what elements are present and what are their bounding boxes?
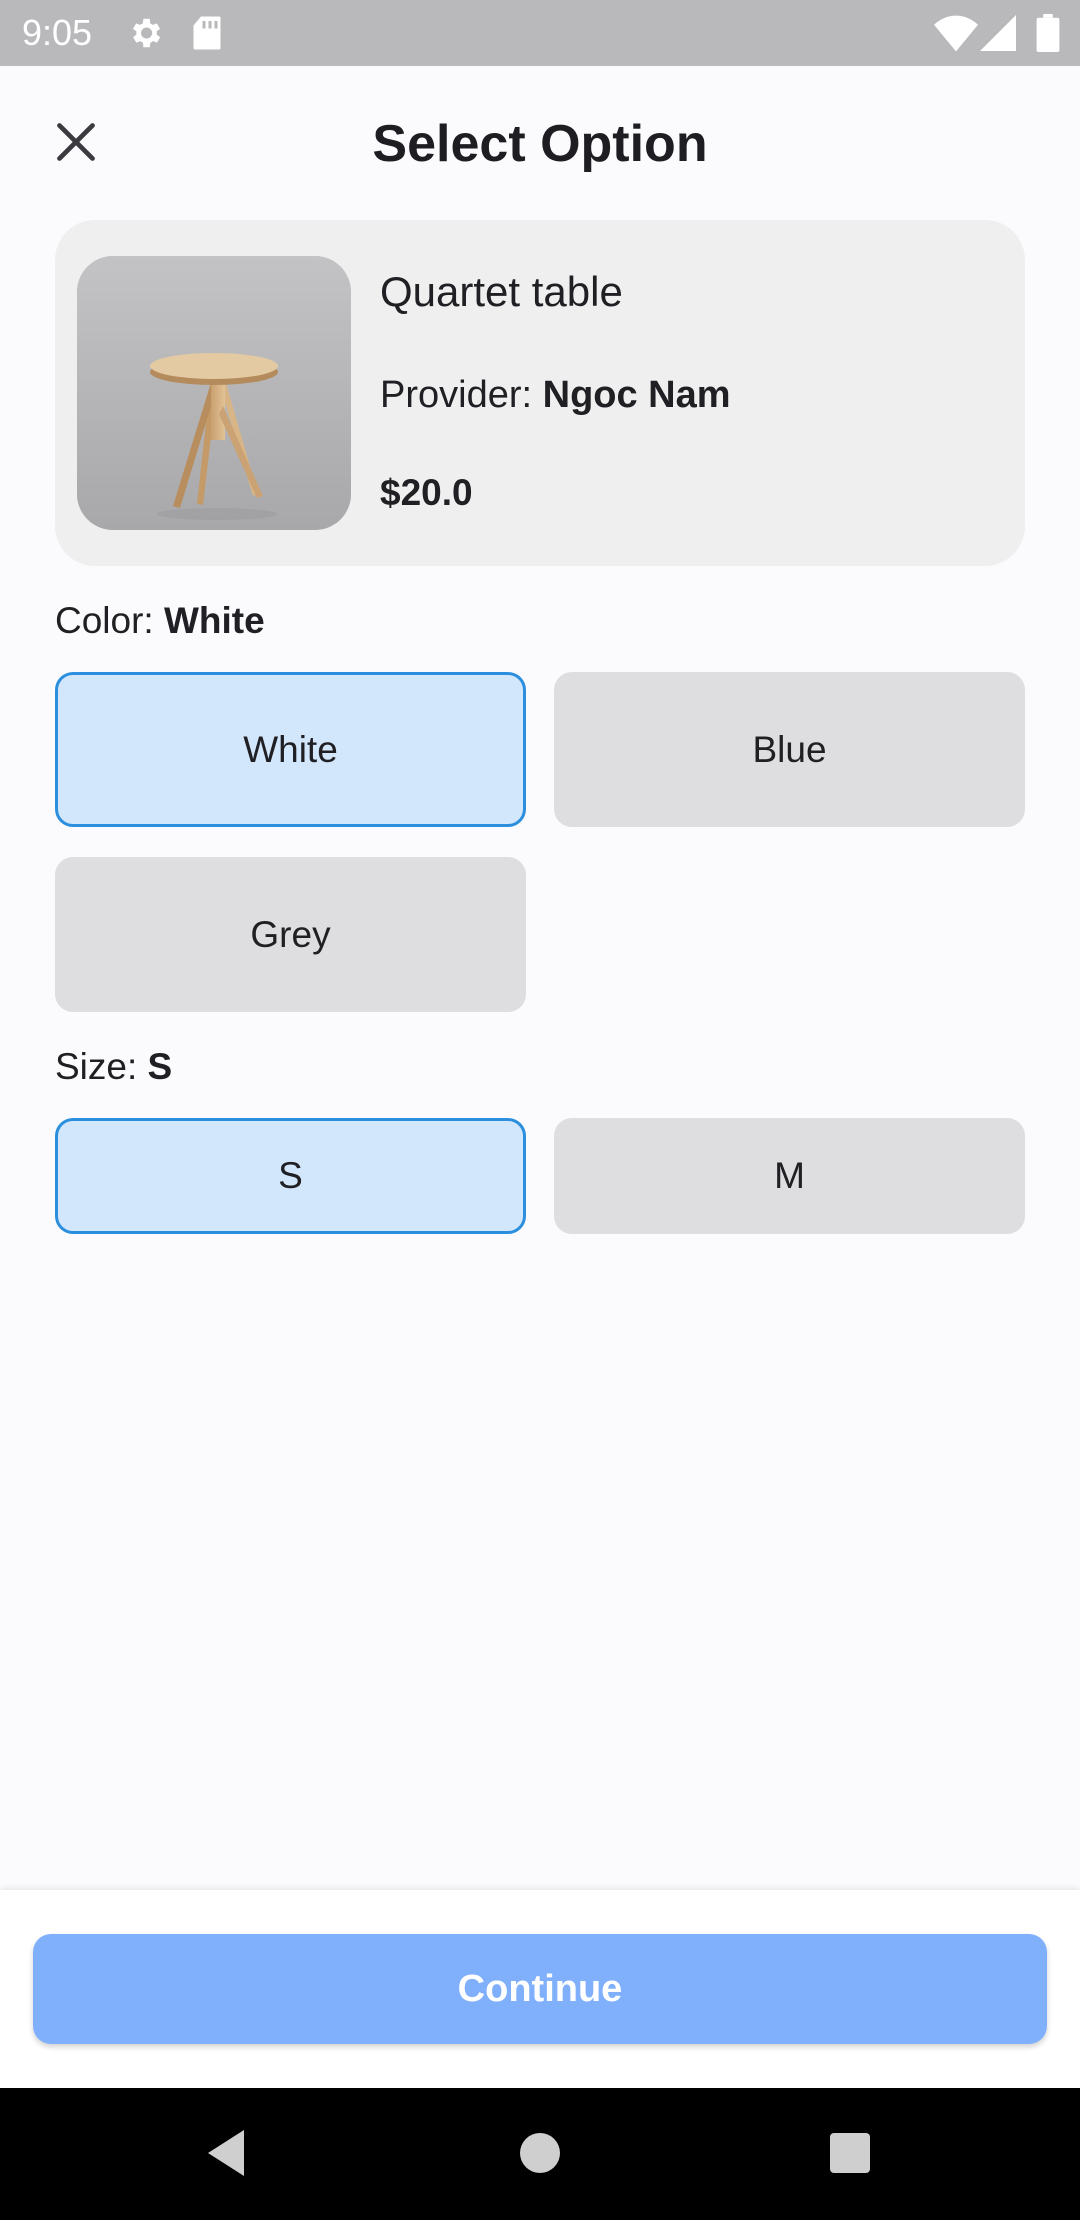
back-icon[interactable] <box>204 2128 248 2183</box>
provider: Provider: Ngoc Nam <box>380 374 731 417</box>
product-image <box>77 256 351 530</box>
color-option-grey[interactable]: Grey <box>55 857 526 1012</box>
product-name: Quartet table <box>380 268 623 315</box>
color-option-blue[interactable]: Blue <box>554 672 1025 827</box>
sd-card-icon <box>192 14 222 57</box>
header: Select Option <box>0 66 1080 216</box>
wifi-icon <box>934 14 978 57</box>
color-selected-value: White <box>163 600 265 641</box>
recents-icon[interactable] <box>828 2128 872 2183</box>
size-option-m[interactable]: M <box>554 1118 1025 1234</box>
status-time: 9:05 <box>22 12 93 53</box>
size-label: Size: S <box>55 1046 172 1088</box>
provider-name: Ngoc Nam <box>542 374 731 416</box>
color-label: Color: White <box>55 600 265 642</box>
continue-button[interactable]: Continue <box>33 1934 1047 2044</box>
gear-icon <box>126 14 164 57</box>
product-card: Quartet table Provider: Ngoc Nam $20.0 <box>55 220 1025 566</box>
bottom-bar: Continue <box>0 1890 1080 2088</box>
signal-icon <box>980 14 1016 57</box>
size-option-s[interactable]: S <box>55 1118 526 1234</box>
status-bar: 9:05 <box>0 0 1080 66</box>
provider-label: Provider: <box>380 374 533 416</box>
color-label-text: Color: <box>55 600 154 641</box>
size-label-text: Size: <box>55 1046 138 1087</box>
size-selected-value: S <box>147 1046 173 1087</box>
battery-icon <box>1036 14 1060 57</box>
navigation-bar <box>0 2088 1080 2220</box>
home-icon[interactable] <box>518 2128 562 2183</box>
page-title: Select Option <box>372 115 708 173</box>
product-price: $20.0 <box>380 472 473 513</box>
color-option-white[interactable]: White <box>55 672 526 827</box>
